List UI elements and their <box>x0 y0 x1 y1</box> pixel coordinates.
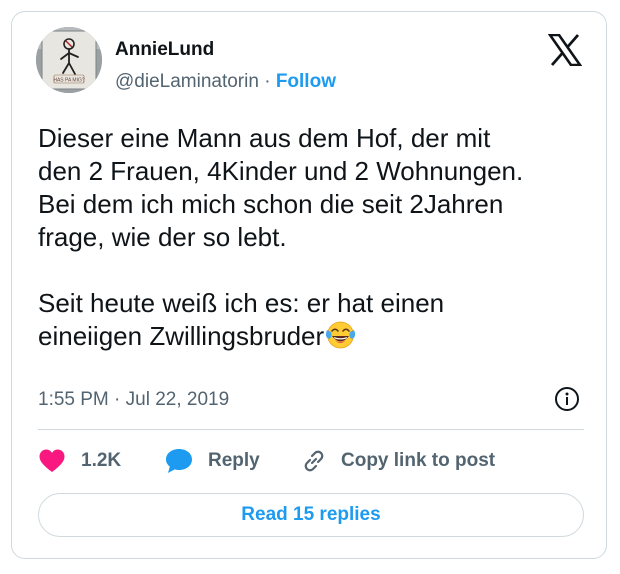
handle-line: @dieLaminatorin · Follow <box>115 70 336 94</box>
handle[interactable]: @dieLaminatorin <box>115 71 259 92</box>
read-replies-button[interactable]: Read 15 replies <box>38 493 584 537</box>
follow-button[interactable]: Follow <box>276 71 336 92</box>
divider <box>38 429 584 430</box>
speech-bubble-icon <box>164 447 194 475</box>
display-name[interactable]: AnnieLund <box>115 38 214 62</box>
tweet-card: HAS PA MIG? AnnieLund @dieLaminatorin · … <box>11 11 607 559</box>
link-icon <box>300 447 328 475</box>
separator: · <box>258 71 276 92</box>
tweet-text: Dieser eine Mann aus dem Hof, der mit de… <box>38 122 598 358</box>
copy-link-button[interactable]: Copy link to post <box>300 446 495 476</box>
copy-link-label: Copy link to post <box>341 450 496 471</box>
heart-icon <box>38 448 66 474</box>
reply-label: Reply <box>208 450 260 471</box>
tears-of-joy-emoji-icon <box>325 320 356 358</box>
like-count: 1.2K <box>81 450 122 471</box>
read-replies-label: Read 15 replies <box>241 504 381 525</box>
info-icon[interactable] <box>554 386 580 412</box>
x-logo-icon[interactable] <box>547 33 583 67</box>
reply-button[interactable]: Reply <box>164 446 260 476</box>
avatar-sign-text: HAS PA MIG? <box>53 78 85 84</box>
avatar[interactable]: HAS PA MIG? <box>36 27 102 93</box>
like-button[interactable]: 1.2K <box>38 446 121 476</box>
tweet-body: Dieser eine Mann aus dem Hof, der mit de… <box>38 123 524 351</box>
timestamp[interactable]: 1:55 PM · Jul 22, 2019 <box>38 388 229 412</box>
